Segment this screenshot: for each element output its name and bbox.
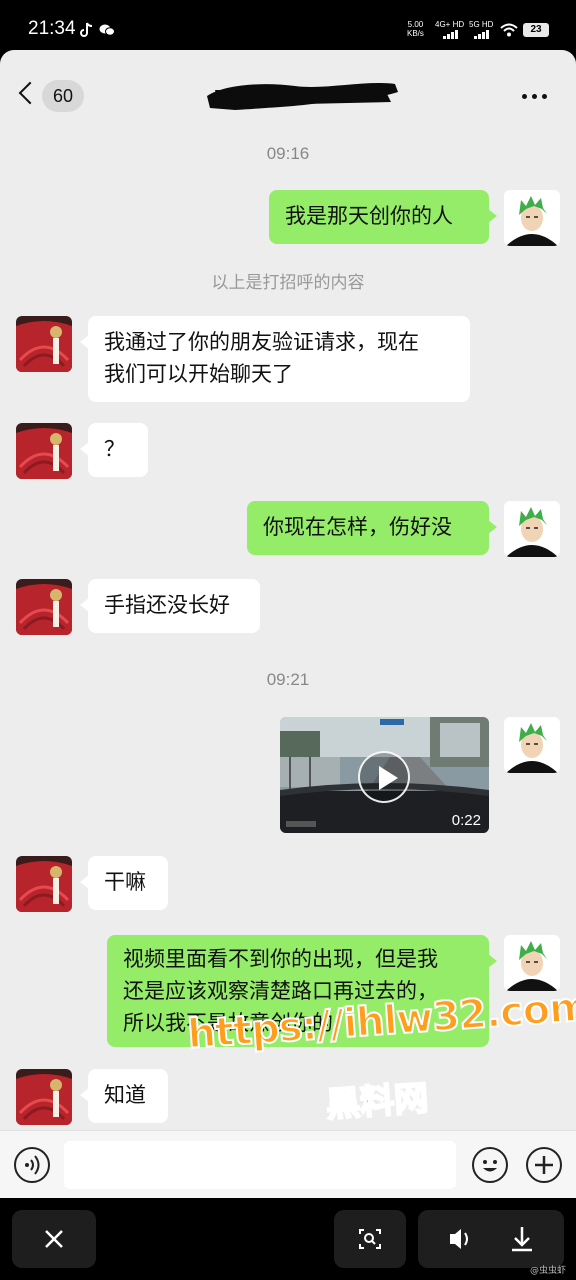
more-options-button[interactable] [522,90,554,102]
contact-avatar-image [16,1069,72,1125]
status-bar: 21:34 5.00 KB/s 4G+ HD 5G HD 23 [0,0,576,56]
message-text: ？ [104,437,125,461]
message-text: 你现在怎样，伤好没 [263,515,452,539]
emoji-icon [483,1160,497,1172]
close-icon [45,1230,63,1248]
contact-avatar[interactable] [16,1069,72,1125]
contact-avatar-image [16,856,72,912]
contact-message-bubble[interactable]: ？ [80,423,148,477]
message-text: 手指还没长好 [104,593,230,617]
my-avatar[interactable] [504,190,560,246]
voice-input-button[interactable] [14,1147,50,1183]
system-notice: 以上是打招呼的内容 [211,273,365,293]
tiktok-icon [80,22,93,37]
video-message[interactable]: 0:22 [280,717,489,833]
network-label-1: 4G+ HD [435,20,465,29]
download-icon[interactable] [492,1210,552,1268]
voice-icon [25,1155,40,1175]
emoji-button[interactable] [472,1147,508,1183]
my-message-bubble[interactable]: 我是那天创你的人 [269,190,497,244]
wifi-icon [500,23,518,37]
message-text: 干嘛 [104,870,146,894]
contact-avatar[interactable] [16,316,72,372]
status-time: 21:34 [28,18,76,39]
battery-indicator: 23 [523,23,549,37]
volume-icon[interactable] [430,1210,490,1268]
message-timestamp: 09:16 [266,144,310,163]
message-text-line: 我们可以开始聊天了 [104,362,293,386]
notification-icons [80,20,115,38]
close-button[interactable] [12,1210,96,1268]
contact-avatar-image [16,316,72,372]
more-dot-icon [522,93,527,99]
my-avatar-image [504,501,560,557]
message-text: 我是那天创你的人 [285,204,453,228]
message-text-line: 视频里面看不到你的出现，但是我 [123,947,438,971]
contact-avatar[interactable] [16,856,72,912]
play-button[interactable] [358,751,410,803]
message-input-bar [0,1130,576,1198]
network-speed: 5.00 KB/s [407,20,424,38]
my-message-bubble[interactable]: 你现在怎样，伤好没 [247,501,497,555]
scan-button[interactable] [334,1210,406,1268]
chat-header: 60 [0,50,576,142]
contact-message-bubble[interactable]: 我通过了你的朋友验证请求，现在 我们可以开始聊天了 [80,316,470,402]
watermark: https://ihlw32.com 黑料网 [185,983,576,1128]
message-timestamp: 09:21 [266,670,310,689]
my-avatar[interactable] [504,935,560,991]
wechat-icon [99,24,115,36]
contact-avatar-image [16,423,72,479]
my-avatar-image [504,935,560,991]
scan-icon [359,1229,381,1249]
play-icon [379,766,398,790]
contact-avatar[interactable] [16,579,72,635]
my-avatar[interactable] [504,501,560,557]
signal-bars-2-icon [474,29,489,39]
my-avatar-image [504,190,560,246]
contact-avatar[interactable] [16,423,72,479]
chat-screen: 60 09:16 我是那天创你的人 以上是打招呼的内容 我通过了你的朋友验证请求… [0,50,576,1198]
source-credit: @虫虫虾 [529,1266,566,1276]
message-text-field[interactable] [64,1141,456,1189]
more-dot-icon [542,93,547,99]
contact-message-bubble[interactable]: 干嘛 [80,856,168,910]
back-button[interactable]: 60 [18,80,88,114]
video-duration: 0:22 [451,812,481,829]
speed-value: 5.00 [407,20,424,29]
my-avatar-image [504,717,560,773]
message-text-line: 我通过了你的朋友验证请求，现在 [104,330,419,354]
message-text: 知道 [104,1083,146,1107]
signal-bars-1-icon [443,29,458,39]
speed-unit: KB/s [407,29,424,38]
viewer-controls: @虫虫虾 [0,1198,576,1280]
unread-count-badge: 60 [42,80,84,112]
plus-icon [535,1156,553,1174]
media-actions [418,1210,564,1268]
more-dot-icon [532,93,537,99]
contact-avatar-image [16,579,72,635]
my-avatar[interactable] [504,717,560,773]
network-label-2: 5G HD [469,20,494,29]
contact-message-bubble[interactable]: 知道 [80,1069,168,1123]
more-actions-button[interactable] [526,1147,562,1183]
redacted-contact-name [207,83,398,110]
contact-message-bubble[interactable]: 手指还没长好 [80,579,260,633]
chevron-left-icon [18,81,42,105]
watermark-name: 黑料网 [324,1077,431,1126]
